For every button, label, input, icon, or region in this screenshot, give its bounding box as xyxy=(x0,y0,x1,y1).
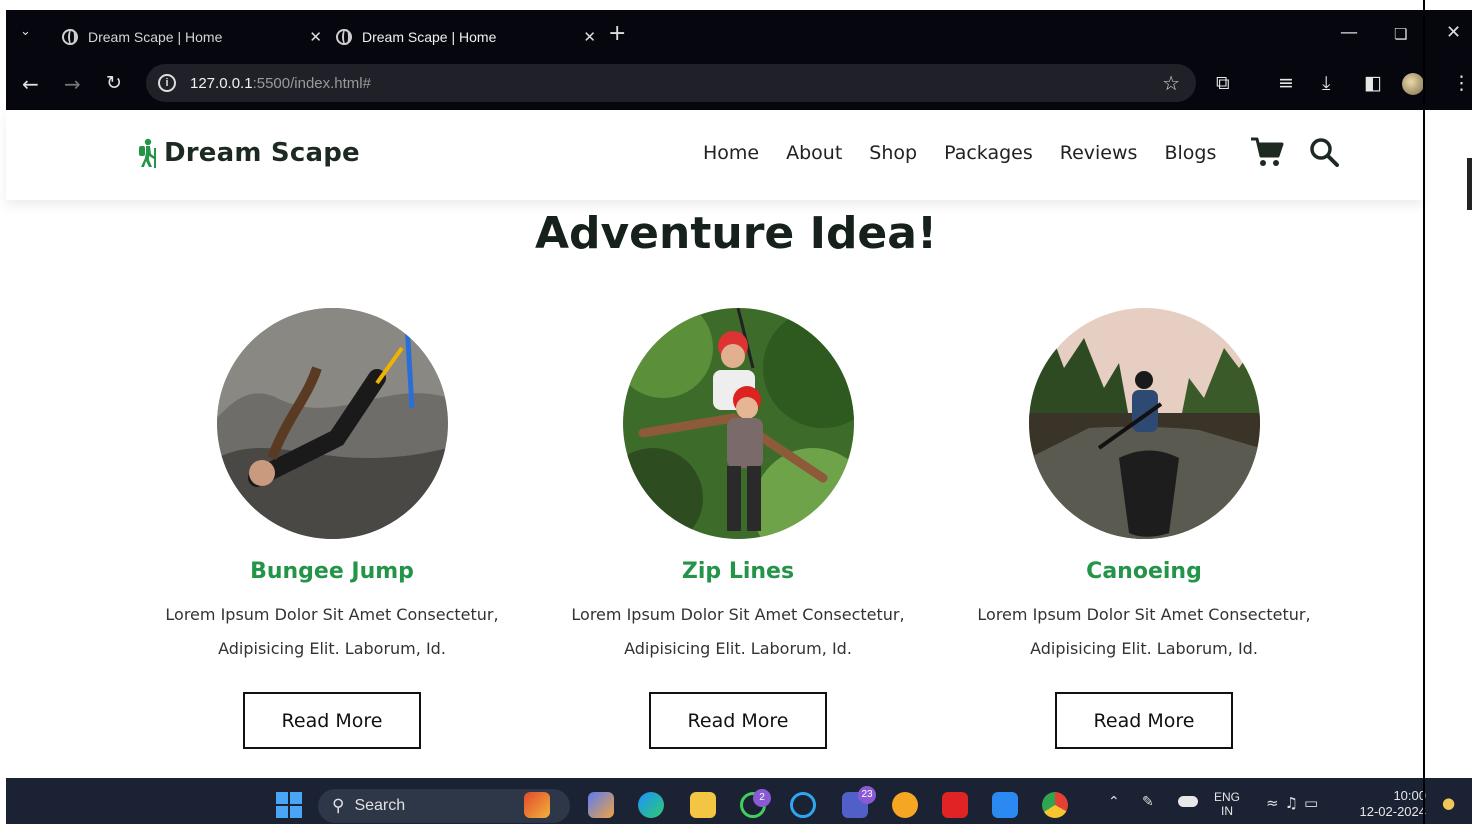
clock-date: 12-02-2024 xyxy=(1359,804,1427,819)
restore-icon[interactable]: ❏ xyxy=(1394,25,1407,43)
new-tab-icon[interactable]: + xyxy=(608,21,626,46)
nav-blogs[interactable]: Blogs xyxy=(1164,142,1216,164)
card-title: Canoeing xyxy=(1086,559,1202,584)
tab-search-chevron-icon[interactable]: ⌄ xyxy=(20,24,31,39)
site-header: Dream Scape Home About Shop Packages Rev… xyxy=(6,110,1423,200)
clock[interactable]: 10:00 12-02-2024 xyxy=(1356,788,1427,820)
card-description-line: Adipisicing Elit. Laborum, Id. xyxy=(624,639,852,658)
profile-avatar[interactable] xyxy=(1402,73,1424,95)
card-description-line: Lorem Ipsum Dolor Sit Amet Consectetur, xyxy=(977,605,1311,624)
section-title: Adventure Idea! xyxy=(534,208,938,259)
close-tab-icon[interactable]: ✕ xyxy=(309,28,322,46)
tab-strip: ⌄ Dream Scape | Home ✕ Dream Scape | Hom… xyxy=(6,10,1472,60)
globe-icon xyxy=(336,29,352,45)
file-explorer-icon[interactable] xyxy=(690,792,716,818)
browser-window: ⌄ Dream Scape | Home ✕ Dream Scape | Hom… xyxy=(6,10,1472,110)
browser-tab[interactable]: Dream Scape | Home ✕ xyxy=(62,20,322,54)
search-icon: ⚲ xyxy=(332,796,345,815)
globe-icon xyxy=(62,29,78,45)
activity-card: Zip Lines Lorem Ipsum Dolor Sit Amet Con… xyxy=(548,308,928,749)
lang-code: ENG xyxy=(1214,790,1241,804)
logo-text: Dream Scape xyxy=(164,138,360,168)
activity-card: Bungee Jump Lorem Ipsum Dolor Sit Amet C… xyxy=(142,308,522,749)
clock-time: 10:00 xyxy=(1393,788,1426,803)
tab-title: Dream Scape | Home xyxy=(362,29,497,45)
taskbar-search-label: Search xyxy=(354,797,406,814)
site-logo[interactable]: Dream Scape xyxy=(136,138,360,168)
reload-icon[interactable]: ↻ xyxy=(106,72,122,94)
close-window-icon[interactable]: ✕ xyxy=(1446,22,1461,43)
download-icon[interactable]: ⤓ xyxy=(1322,72,1330,94)
canoeing-image xyxy=(1028,308,1260,539)
url-host: 127.0.0.1 xyxy=(190,74,253,92)
notification-badge: 2 xyxy=(753,789,771,807)
back-icon[interactable]: ← xyxy=(22,72,39,96)
card-description: Lorem Ipsum Dolor Sit Amet Consectetur, … xyxy=(954,598,1334,666)
read-more-button[interactable]: Read More xyxy=(243,692,421,749)
bookmark-star-icon[interactable]: ☆ xyxy=(1162,71,1180,96)
scroll-marker xyxy=(1467,158,1472,210)
edge-icon[interactable] xyxy=(638,792,664,818)
search-icon[interactable] xyxy=(1309,137,1339,171)
pen-menu-icon[interactable]: ✎ xyxy=(1142,794,1154,810)
url-path: :5500/index.html# xyxy=(252,74,371,92)
activity-card: Canoeing Lorem Ipsum Dolor Sit Amet Cons… xyxy=(954,308,1334,749)
card-title: Zip Lines xyxy=(681,559,795,584)
card-description-line: Adipisicing Elit. Laborum, Id. xyxy=(218,639,446,658)
onedrive-icon[interactable] xyxy=(1178,796,1198,807)
tray-overflow-icon[interactable]: ⌃ xyxy=(1108,794,1120,810)
widgets-icon[interactable] xyxy=(524,792,550,818)
address-bar[interactable]: i 127.0.0.1:5500/index.html# ☆ xyxy=(146,64,1196,102)
zip-lines-image xyxy=(622,308,854,539)
language-indicator[interactable]: ENG IN xyxy=(1214,790,1240,818)
reading-list-icon[interactable]: ≡ xyxy=(1278,72,1294,94)
divider-line xyxy=(1423,0,1425,824)
card-title: Bungee Jump xyxy=(250,559,414,584)
nav-packages[interactable]: Packages xyxy=(944,142,1033,164)
chrome-icon[interactable] xyxy=(1042,792,1068,818)
site-info-icon[interactable]: i xyxy=(158,74,176,92)
menu-dots-icon[interactable]: ⋮ xyxy=(1452,72,1471,94)
card-description: Lorem Ipsum Dolor Sit Amet Consectetur, … xyxy=(548,598,928,666)
vscode-icon[interactable] xyxy=(992,792,1018,818)
cart-icon[interactable] xyxy=(1250,136,1284,172)
extensions-icon[interactable]: ⧉ xyxy=(1216,72,1230,94)
copilot-icon[interactable] xyxy=(588,792,614,818)
minimize-icon[interactable]: — xyxy=(1340,22,1358,43)
browser-toolbar: ← → ↻ i 127.0.0.1:5500/index.html# ☆ ⧉ ≡… xyxy=(6,60,1472,110)
card-description: Lorem Ipsum Dolor Sit Amet Consectetur, … xyxy=(142,598,522,666)
nav-about[interactable]: About xyxy=(786,142,842,164)
forward-icon[interactable]: → xyxy=(64,72,81,96)
read-more-button[interactable]: Read More xyxy=(1055,692,1233,749)
card-description-line: Lorem Ipsum Dolor Sit Amet Consectetur, xyxy=(165,605,499,624)
nav-reviews[interactable]: Reviews xyxy=(1060,142,1138,164)
notification-badge: 23 xyxy=(858,786,876,804)
close-tab-icon[interactable]: ✕ xyxy=(583,28,596,46)
card-description-line: Adipisicing Elit. Laborum, Id. xyxy=(1030,639,1258,658)
whatsapp-icon[interactable]: 2 xyxy=(740,789,771,818)
tab-title: Dream Scape | Home xyxy=(88,29,223,45)
notification-bell-icon[interactable]: ● xyxy=(1442,794,1455,812)
main-nav: Home About Shop Packages Reviews Blogs xyxy=(703,142,1243,164)
browser-tab-active[interactable]: Dream Scape | Home ✕ xyxy=(336,20,596,54)
taskbar: ⚲ Search 2 23 ⌃ ✎ ENG IN ≈♫▭ 10:00 12-02… xyxy=(6,778,1472,824)
teams-icon[interactable]: 23 xyxy=(842,786,876,818)
region-code: IN xyxy=(1221,804,1233,818)
side-panel-icon[interactable]: ◧ xyxy=(1364,72,1382,94)
network-volume-battery-icons[interactable]: ≈♫▭ xyxy=(1266,794,1324,812)
nav-shop[interactable]: Shop xyxy=(869,142,917,164)
read-more-button[interactable]: Read More xyxy=(649,692,827,749)
nav-home[interactable]: Home xyxy=(703,142,759,164)
youtube-icon[interactable] xyxy=(942,792,968,818)
screen: ⌄ Dream Scape | Home ✕ Dream Scape | Hom… xyxy=(0,0,1472,824)
card-description-line: Lorem Ipsum Dolor Sit Amet Consectetur, xyxy=(571,605,905,624)
cortana-icon[interactable] xyxy=(790,792,816,818)
weather-icon[interactable] xyxy=(892,792,918,818)
windows-start-icon[interactable] xyxy=(276,792,302,818)
bungee-jump-image xyxy=(216,308,448,539)
hiker-icon xyxy=(136,138,158,168)
